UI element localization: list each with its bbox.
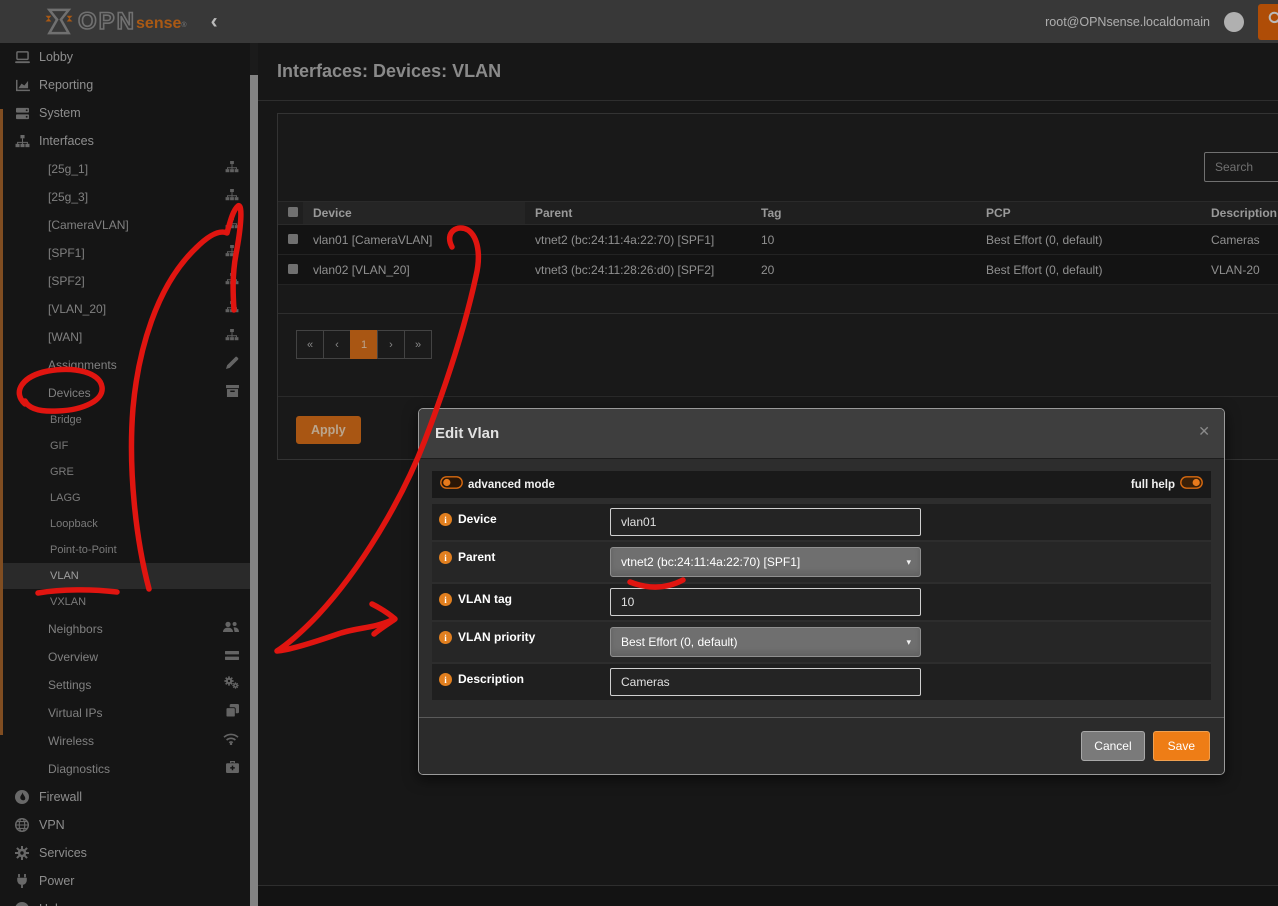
field-label: Device <box>458 513 497 526</box>
opnsense-app: OPNsense® ‹ root@OPNsense.localdomain Lo… <box>0 0 1278 906</box>
field-label: VLAN tag <box>458 593 512 606</box>
advanced-mode-label: advanced mode <box>468 479 555 491</box>
cancel-button[interactable]: Cancel <box>1081 731 1144 761</box>
form-row-vlan-tag: i VLAN tag 10 <box>432 584 1211 620</box>
dialog-header: Edit Vlan ✕ <box>419 409 1224 459</box>
toggle-off-icon <box>440 476 463 494</box>
help-toggle-row: advanced mode full help <box>432 471 1211 498</box>
edit-vlan-dialog: Edit Vlan ✕ advanced mode full help i Dev… <box>418 408 1225 775</box>
caret-down-icon: ▾ <box>906 548 911 576</box>
description-input[interactable]: Cameras <box>610 668 921 696</box>
vlan-priority-select[interactable]: Best Effort (0, default) ▾ <box>610 627 921 657</box>
info-icon[interactable]: i <box>439 673 452 686</box>
info-icon[interactable]: i <box>439 551 452 564</box>
form-row-vlan-priority: i VLAN priority Best Effort (0, default) ▾ <box>432 622 1211 662</box>
advanced-mode-toggle[interactable]: advanced mode <box>440 476 555 494</box>
form-row-device: i Device vlan01 <box>432 504 1211 540</box>
info-icon[interactable]: i <box>439 513 452 526</box>
selected-value: Best Effort (0, default) <box>621 635 738 649</box>
caret-down-icon: ▾ <box>906 628 911 656</box>
info-icon[interactable]: i <box>439 631 452 644</box>
field-label: Description <box>458 673 524 686</box>
dialog-body: advanced mode full help i Device vlan01 i Pa… <box>419 459 1224 717</box>
toggle-on-icon <box>1180 476 1203 494</box>
dialog-footer: Cancel Save <box>419 717 1224 774</box>
field-label: Parent <box>458 551 495 564</box>
save-button[interactable]: Save <box>1153 731 1210 761</box>
dialog-title: Edit Vlan <box>435 425 499 442</box>
parent-select[interactable]: vtnet2 (bc:24:11:4a:22:70) [SPF1] ▾ <box>610 547 921 577</box>
full-help-toggle[interactable]: full help <box>1131 476 1203 494</box>
close-icon[interactable]: ✕ <box>1198 423 1210 440</box>
form-row-description: i Description Cameras <box>432 664 1211 700</box>
info-icon[interactable]: i <box>439 593 452 606</box>
field-label: VLAN priority <box>458 631 535 644</box>
vlan-tag-input[interactable]: 10 <box>610 588 921 616</box>
form-row-parent: i Parent vtnet2 (bc:24:11:4a:22:70) [SPF1]… <box>432 542 1211 582</box>
selected-value: vtnet2 (bc:24:11:4a:22:70) [SPF1] <box>621 555 800 569</box>
full-help-label: full help <box>1131 479 1175 491</box>
device-input[interactable]: vlan01 <box>610 508 921 536</box>
